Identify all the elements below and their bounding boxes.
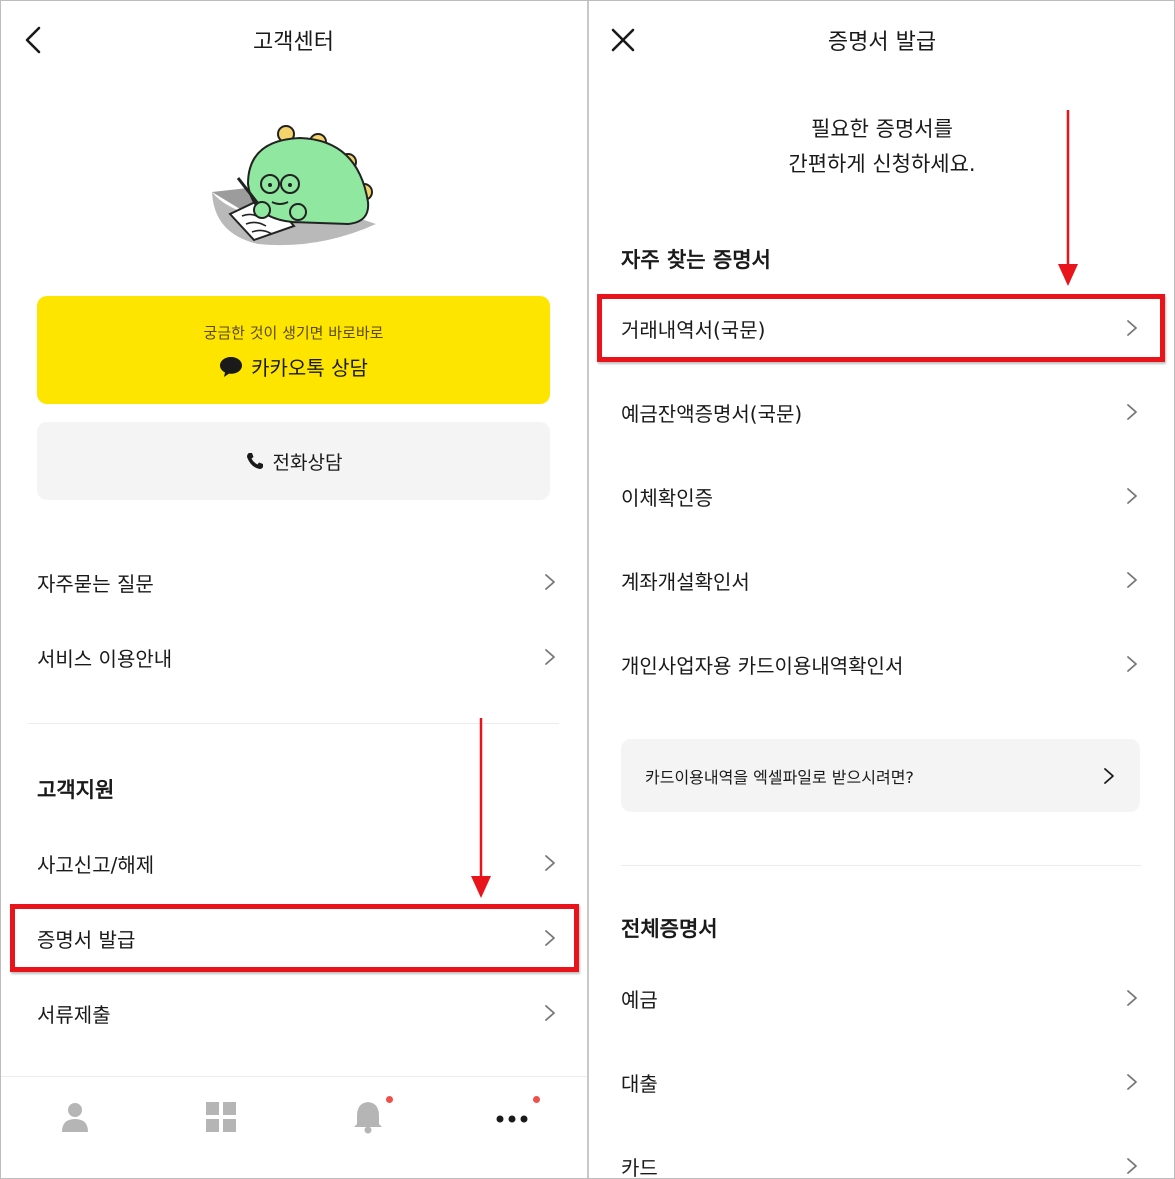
kakao-chat-label: 카카오톡 상담: [251, 356, 368, 380]
support-item-label: 사고신고/해제: [37, 852, 155, 877]
kakao-chat-label-group: 카카오톡 상담: [37, 352, 550, 381]
phone-consult-button[interactable]: 전화상담: [37, 422, 550, 500]
certificate-item-label: 계좌개설확인서: [621, 569, 750, 594]
certificate-item-label: 거래내역서(국문): [621, 317, 766, 342]
excel-download-banner[interactable]: 카드이용내역을 엑셀파일로 받으시려면?: [621, 739, 1140, 812]
support-item-document-submit[interactable]: 서류제출: [37, 988, 557, 1038]
section-divider: [621, 865, 1141, 866]
certificate-item-business-card-usage[interactable]: 개인사업자용 카드이용내역확인서: [621, 639, 1139, 689]
chevron-right-icon: [1127, 656, 1137, 672]
section-divider: [28, 723, 559, 724]
category-item-label: 대출: [621, 1071, 658, 1096]
frequent-section-title: 자주 찾는 증명서: [621, 248, 771, 272]
category-item-label: 카드: [621, 1155, 658, 1179]
chevron-right-icon: [1127, 572, 1137, 588]
kakao-chat-subtitle: 궁금한 것이 생기면 바로바로: [203, 324, 384, 342]
chevron-right-icon: [545, 649, 555, 665]
mascot-illustration: [212, 125, 376, 246]
certificate-item-deposit-balance[interactable]: 예금잔액증명서(국문): [621, 387, 1139, 437]
support-section-title: 고객지원: [37, 778, 115, 802]
certificate-item-transaction-history[interactable]: 거래내역서(국문): [621, 303, 1139, 353]
intro-text: 필요한 증명서를 간편하게 신청하세요.: [589, 112, 1175, 182]
intro-line-1: 필요한 증명서를: [811, 117, 953, 141]
menu-item-label: 서비스 이용안내: [37, 646, 173, 671]
category-item-label: 예금: [621, 987, 658, 1012]
certificate-item-label: 개인사업자용 카드이용내역확인서: [621, 653, 904, 678]
bell-icon[interactable]: [350, 1099, 386, 1135]
speech-bubble-icon: [220, 356, 243, 377]
profile-icon[interactable]: [57, 1099, 93, 1135]
certificate-item-account-opening[interactable]: 계좌개설확인서: [621, 555, 1139, 605]
chevron-right-icon: [545, 574, 555, 590]
menu-item-faq[interactable]: 자주묻는 질문: [37, 557, 557, 607]
excel-download-label: 카드이용내역을 엑셀파일로 받으시려면?: [645, 767, 914, 787]
certificate-item-label: 예금잔액증명서(국문): [621, 401, 803, 426]
notification-badge: [533, 1096, 540, 1103]
certificate-issue-screen: 증명서 발급 필요한 증명서를 간편하게 신청하세요. 자주 찾는 증명서 거래…: [589, 0, 1175, 1179]
chevron-right-icon: [1127, 404, 1137, 420]
page-title: 고객센터: [253, 30, 334, 55]
support-item-label: 서류제출: [37, 1002, 111, 1027]
customer-center-screen: 고객센터 궁금한 것이 생기면 바로바로 카카오톡 상담 전화상담 자주묻는 질…: [0, 0, 587, 1179]
menu-item-label: 자주묻는 질문: [37, 571, 154, 596]
kakao-chat-button[interactable]: 궁금한 것이 생기면 바로바로 카카오톡 상담: [37, 296, 550, 404]
menu-item-service-guide[interactable]: 서비스 이용안내: [37, 632, 557, 682]
chevron-right-icon: [1127, 320, 1137, 336]
support-item-accident-report[interactable]: 사고신고/해제: [37, 838, 557, 888]
phone-consult-label: 전화상담: [272, 451, 343, 474]
bottom-tab-bar: [0, 1076, 587, 1179]
phone-icon: [246, 453, 263, 469]
notification-badge: [386, 1096, 393, 1103]
chevron-right-icon: [1104, 767, 1114, 784]
support-item-certificate-issue[interactable]: 증명서 발급: [37, 913, 557, 963]
chevron-right-icon: [1127, 990, 1137, 1006]
chevron-right-icon: [1127, 1074, 1137, 1090]
certificate-item-transfer-confirmation[interactable]: 이체확인증: [621, 471, 1139, 521]
category-item-loan[interactable]: 대출: [621, 1057, 1139, 1107]
page-title: 증명서 발급: [827, 30, 937, 55]
chevron-right-icon: [1127, 488, 1137, 504]
all-certificates-section-title: 전체증명서: [621, 917, 718, 941]
more-icon[interactable]: [494, 1099, 530, 1135]
chevron-right-icon: [545, 1005, 555, 1021]
chevron-right-icon: [1127, 1158, 1137, 1174]
support-item-label: 증명서 발급: [37, 927, 136, 952]
chevron-right-icon: [545, 855, 555, 871]
certificate-item-label: 이체확인증: [621, 485, 713, 510]
category-item-card[interactable]: 카드: [621, 1141, 1139, 1179]
grid-icon[interactable]: [203, 1099, 239, 1135]
category-item-deposit[interactable]: 예금: [621, 973, 1139, 1023]
chevron-right-icon: [545, 930, 555, 946]
intro-line-2: 간편하게 신청하세요.: [788, 152, 976, 176]
